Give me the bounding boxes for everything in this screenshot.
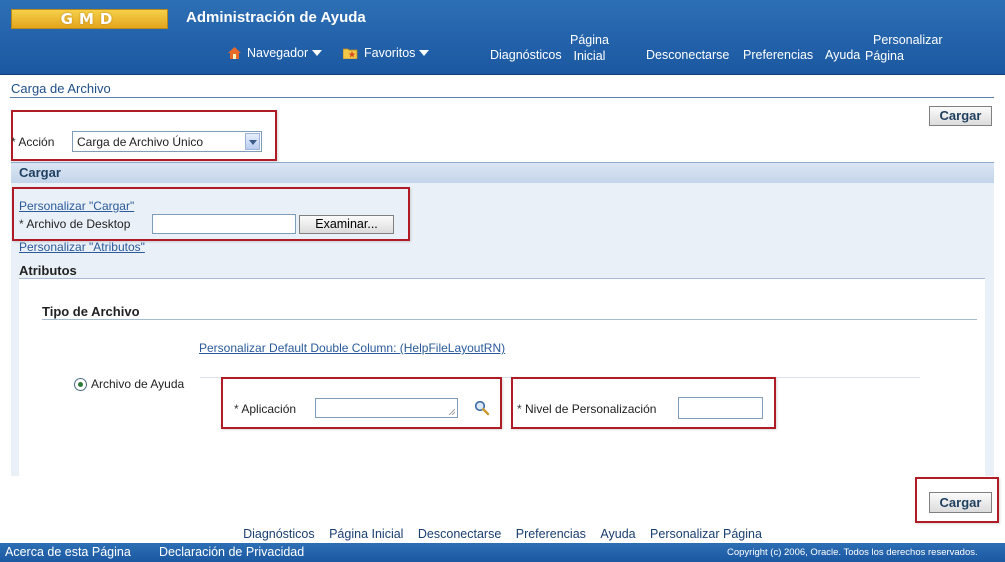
required-mark: * (19, 217, 24, 231)
upload-button-bottom[interactable]: Cargar (929, 492, 992, 513)
personalization-level-input[interactable] (678, 397, 763, 419)
required-mark: * (234, 402, 239, 416)
application-label: Aplicación (241, 402, 297, 416)
navigator-menu[interactable]: Navegador (228, 46, 323, 60)
brand-logo: GMD (11, 9, 168, 29)
file-type-divider (42, 319, 977, 320)
footer-links: Diagnósticos Página Inicial Desconectars… (0, 525, 1005, 543)
chevron-down-icon (419, 50, 430, 56)
footer-copyright: Copyright (c) 2006, Oracle. Todos los de… (727, 547, 978, 558)
header-link-personalize[interactable]: Personalizar Página (865, 32, 942, 64)
favorites-menu[interactable]: Favoritos (343, 46, 430, 60)
home-icon (228, 47, 241, 59)
upload-button-top[interactable]: Cargar (929, 106, 992, 126)
required-mark: * (517, 402, 522, 416)
upload-region-header (11, 162, 994, 183)
personalization-level-label: Nivel de Personalización (525, 402, 657, 416)
upload-region-title: Cargar (19, 165, 61, 180)
action-label-wrap: * Acción (11, 135, 54, 149)
footer-privacy-link[interactable]: Declaración de Privacidad (159, 545, 304, 559)
title-divider (10, 97, 994, 98)
chevron-down-icon (312, 50, 323, 56)
required-mark: * (11, 135, 16, 149)
personalize-link-line2: Página (865, 49, 904, 63)
personalize-double-column-link[interactable]: Personalizar Default Double Column: (Hel… (199, 341, 505, 355)
header-link-preferences[interactable]: Preferencias (743, 48, 813, 62)
personalize-link-line1: Personalizar (873, 33, 943, 47)
header-link-logout[interactable]: Desconectarse (646, 48, 729, 62)
desktop-file-input[interactable] (152, 214, 296, 234)
browse-button[interactable]: Examinar... (299, 215, 394, 234)
radio-help-file[interactable]: Archivo de Ayuda (74, 377, 184, 391)
file-type-title: Tipo de Archivo (42, 304, 140, 319)
application-label-wrap: * Aplicación (234, 402, 296, 416)
radio-dot (78, 381, 83, 387)
desktop-file-label-wrap: * Archivo de Desktop (19, 217, 130, 231)
footer-about-link[interactable]: Acerca de esta Página (5, 545, 131, 559)
favorites-label: Favoritos (364, 46, 416, 60)
footer-link-diagnostics[interactable]: Diagnósticos (243, 527, 315, 541)
page-title: Carga de Archivo (11, 81, 111, 96)
personalize-attributes-link[interactable]: Personalizar "Atributos" (19, 240, 145, 254)
action-selected-value: Carga de Archivo Único (77, 135, 204, 149)
resize-grip-icon (448, 408, 455, 415)
search-icon[interactable] (474, 400, 490, 416)
radio-button-icon[interactable] (74, 377, 87, 391)
footer-link-help[interactable]: Ayuda (600, 527, 635, 541)
app-title: Administración de Ayuda (186, 9, 366, 26)
navigator-label: Navegador (247, 46, 309, 60)
footer-link-home[interactable]: Página Inicial (329, 527, 403, 541)
personalization-level-label-wrap: * Nivel de Personalización (517, 402, 656, 416)
footer-link-logout[interactable]: Desconectarse (418, 527, 501, 541)
desktop-file-label: Archivo de Desktop (26, 217, 131, 231)
footer-link-personalize[interactable]: Personalizar Página (650, 527, 762, 541)
favorites-folder-icon (343, 48, 358, 59)
header-link-home[interactable]: Página Inicial (570, 32, 609, 64)
home-link-line1: Página (570, 33, 609, 47)
radio-help-file-label: Archivo de Ayuda (91, 377, 185, 391)
header-link-diagnostics[interactable]: Diagnósticos (490, 48, 562, 62)
personalize-upload-link[interactable]: Personalizar "Cargar" (19, 199, 134, 213)
dropdown-arrow-icon[interactable] (245, 133, 260, 150)
header-link-help[interactable]: Ayuda (825, 48, 860, 62)
application-input[interactable] (315, 398, 458, 418)
home-link-line2: Inicial (573, 49, 606, 63)
action-label: Acción (18, 135, 55, 149)
action-select[interactable]: Carga de Archivo Único (72, 131, 262, 152)
attributes-title: Atributos (19, 263, 77, 278)
footer-link-preferences[interactable]: Preferencias (516, 527, 586, 541)
